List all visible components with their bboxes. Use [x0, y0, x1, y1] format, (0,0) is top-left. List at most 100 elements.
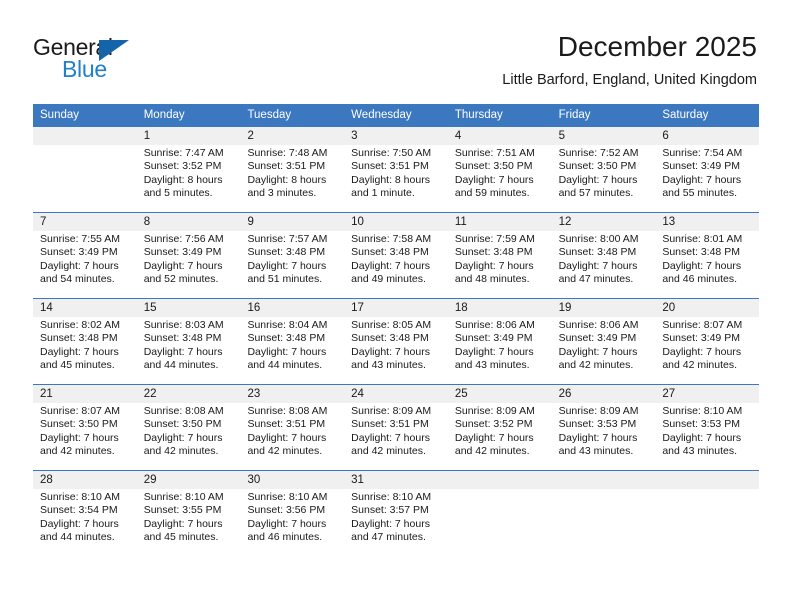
weekday-header-friday: Friday [558, 109, 591, 121]
sunrise-text: Sunrise: 8:02 AM [40, 319, 120, 331]
day-cell-4[interactable]: 4 Sunrise: 7:51 AM Sunset: 3:50 PM Daylight… [447, 127, 552, 212]
day-cell-5[interactable]: 5 Sunrise: 7:52 AM Sunset: 3:50 PM Daylight… [551, 127, 656, 212]
daylight-text-line2: and 42 minutes. [454, 445, 530, 458]
day-cell-22[interactable]: 22 Sunrise: 8:08 AM Sunset: 3:50 PM Dayligh… [136, 385, 241, 470]
generalblue-logo[interactable]: General Blue [33, 34, 213, 86]
daylight-text-line2: and 3 minutes. [247, 187, 317, 200]
day-number: 21 [33, 385, 137, 403]
weekday-header-thursday: Thursday [454, 109, 503, 121]
day-cell-8[interactable]: 8 Sunrise: 7:56 AM Sunset: 3:49 PM Daylight… [136, 213, 241, 298]
daylight-text-line1: Daylight: 7 hours [40, 431, 119, 444]
day-cell-13[interactable]: 13 Sunrise: 8:01 AM Sunset: 3:48 PM Dayligh… [655, 213, 760, 298]
day-cell-11[interactable]: 11 Sunrise: 7:59 AM Sunset: 3:48 PM Dayligh… [447, 213, 552, 298]
daylight-text-line2: and 43 minutes. [558, 445, 634, 458]
day-details: Sunrise: 8:06 AM Sunset: 3:49 PM Daylight:… [448, 317, 552, 384]
day-cell-18[interactable]: 18 Sunrise: 8:06 AM Sunset: 3:49 PM Dayligh… [447, 299, 552, 384]
day-cell-26[interactable]: 26 Sunrise: 8:09 AM Sunset: 3:53 PM Dayligh… [551, 385, 656, 470]
day-cell-1[interactable]: 1 Sunrise: 7:47 AM Sunset: 3:52 PM Daylight… [136, 127, 241, 212]
day-cell-7[interactable]: 7 Sunrise: 7:55 AM Sunset: 3:49 PM Daylight… [33, 213, 137, 298]
sunset-text: Sunset: 3:48 PM [351, 246, 429, 259]
day-cell-6[interactable]: 6 Sunrise: 7:54 AM Sunset: 3:49 PM Daylight… [655, 127, 760, 212]
daylight-text-line1: Daylight: 7 hours [351, 259, 430, 272]
day-details: Sunrise: 7:50 AM Sunset: 3:51 PM Daylight:… [344, 145, 448, 212]
day-number [655, 471, 760, 489]
day-details: Sunrise: 8:07 AM Sunset: 3:50 PM Daylight:… [33, 403, 137, 470]
day-cell-14[interactable]: 14 Sunrise: 8:02 AM Sunset: 3:48 PM Dayligh… [33, 299, 137, 384]
day-cell-17[interactable]: 17 Sunrise: 8:05 AM Sunset: 3:48 PM Dayligh… [344, 299, 448, 384]
day-details: Sunrise: 7:59 AM Sunset: 3:48 PM Daylight:… [448, 231, 552, 298]
daylight-text-line1: Daylight: 7 hours [143, 345, 223, 358]
sunset-text: Sunset: 3:52 PM [143, 160, 222, 173]
day-cell-23[interactable]: 23 Sunrise: 8:08 AM Sunset: 3:51 PM Dayligh… [240, 385, 345, 470]
day-cell-27[interactable]: 27 Sunrise: 8:10 AM Sunset: 3:53 PM Dayligh… [655, 385, 760, 470]
daylight-text-line2: and 44 minutes. [40, 531, 115, 544]
day-number: 5 [551, 127, 656, 145]
day-number: 17 [344, 299, 448, 317]
day-details [33, 145, 137, 212]
daylight-text-line2: and 46 minutes. [247, 531, 323, 544]
day-details: Sunrise: 8:09 AM Sunset: 3:52 PM Daylight:… [448, 403, 552, 470]
day-cell-21[interactable]: 21 Sunrise: 8:07 AM Sunset: 3:50 PM Dayligh… [33, 385, 137, 470]
sunrise-text: Sunrise: 8:06 AM [558, 319, 639, 331]
day-cell-28[interactable]: 28 Sunrise: 8:10 AM Sunset: 3:54 PM Dayligh… [33, 471, 137, 556]
day-details [448, 489, 552, 556]
day-cell-2[interactable]: 2 Sunrise: 7:48 AM Sunset: 3:51 PM Daylight… [240, 127, 345, 212]
day-details: Sunrise: 7:54 AM Sunset: 3:49 PM Daylight:… [655, 145, 759, 212]
day-cell-10[interactable]: 10 Sunrise: 7:58 AM Sunset: 3:48 PM Dayligh… [344, 213, 448, 298]
day-cell-15[interactable]: 15 Sunrise: 8:03 AM Sunset: 3:48 PM Dayligh… [136, 299, 241, 384]
day-details: Sunrise: 8:00 AM Sunset: 3:48 PM Daylight:… [552, 231, 656, 298]
day-cell-19[interactable]: 19 Sunrise: 8:06 AM Sunset: 3:49 PM Dayligh… [551, 299, 656, 384]
day-cell-24[interactable]: 24 Sunrise: 8:09 AM Sunset: 3:51 PM Dayligh… [344, 385, 448, 470]
day-cell-30[interactable]: 30 Sunrise: 8:10 AM Sunset: 3:56 PM Dayligh… [240, 471, 345, 556]
day-cell-12[interactable]: 12 Sunrise: 8:00 AM Sunset: 3:48 PM Dayligh… [551, 213, 656, 298]
day-cell-29[interactable]: 29 Sunrise: 8:10 AM Sunset: 3:55 PM Dayligh… [136, 471, 241, 556]
day-cell-25[interactable]: 25 Sunrise: 8:09 AM Sunset: 3:52 PM Dayligh… [447, 385, 552, 470]
daylight-text-line2: and 42 minutes. [247, 445, 323, 458]
sunset-text: Sunset: 3:48 PM [247, 332, 326, 345]
sunrise-text: Sunrise: 7:47 AM [143, 147, 224, 159]
sunset-text: Sunset: 3:48 PM [454, 246, 533, 259]
day-number: 13 [655, 213, 760, 231]
day-details: Sunrise: 7:47 AM Sunset: 3:52 PM Daylight:… [137, 145, 241, 212]
page-title: December 2025 [557, 31, 757, 62]
daylight-text-line2: and 48 minutes. [454, 273, 530, 286]
daylight-text-line1: Daylight: 7 hours [143, 431, 223, 444]
day-number [33, 127, 137, 145]
sunrise-text: Sunrise: 8:05 AM [351, 319, 432, 331]
daylight-text-line1: Daylight: 7 hours [40, 259, 119, 272]
day-details: Sunrise: 8:10 AM Sunset: 3:55 PM Daylight:… [137, 489, 241, 556]
sunrise-text: Sunrise: 7:55 AM [40, 233, 120, 245]
week-days: 7 Sunrise: 7:55 AM Sunset: 3:49 PM Daylight… [33, 213, 760, 298]
day-number: 20 [655, 299, 760, 317]
day-cell-31[interactable]: 31 Sunrise: 8:10 AM Sunset: 3:57 PM Dayligh… [344, 471, 448, 556]
day-cell-9[interactable]: 9 Sunrise: 7:57 AM Sunset: 3:48 PM Daylight… [240, 213, 345, 298]
daylight-text-line2: and 47 minutes. [351, 531, 426, 544]
day-cell-20[interactable]: 20 Sunrise: 8:07 AM Sunset: 3:49 PM Dayligh… [655, 299, 760, 384]
sunset-text: Sunset: 3:48 PM [662, 246, 740, 259]
weekday-header-row: Sunday Monday Tuesday Wednesday Thursday Frid… [33, 104, 759, 127]
daylight-text-line2: and 46 minutes. [662, 273, 738, 286]
sunset-text: Sunset: 3:50 PM [40, 418, 118, 431]
day-number [551, 471, 656, 489]
daylight-text-line2: and 54 minutes. [40, 273, 115, 286]
sunrise-text: Sunrise: 8:04 AM [247, 319, 328, 331]
day-details: Sunrise: 8:10 AM Sunset: 3:56 PM Daylight:… [240, 489, 344, 556]
day-number: 19 [551, 299, 656, 317]
daylight-text-line1: Daylight: 7 hours [454, 345, 534, 358]
sunset-text: Sunset: 3:51 PM [247, 418, 326, 431]
daylight-text-line2: and 49 minutes. [351, 273, 426, 286]
sunset-text: Sunset: 3:51 PM [351, 418, 429, 431]
day-number: 28 [33, 471, 137, 489]
day-cell-3[interactable]: 3 Sunrise: 7:50 AM Sunset: 3:51 PM Daylight… [344, 127, 448, 212]
daylight-text-line1: Daylight: 7 hours [558, 259, 638, 272]
day-number [447, 471, 552, 489]
day-number: 10 [344, 213, 448, 231]
sunset-text: Sunset: 3:50 PM [558, 160, 637, 173]
calendar-grid: Sunday Monday Tuesday Wednesday Thursday Frid… [33, 104, 760, 556]
day-details: Sunrise: 8:03 AM Sunset: 3:48 PM Daylight:… [137, 317, 241, 384]
weekday-header-sunday: Sunday [40, 109, 80, 121]
sunrise-text: Sunrise: 8:08 AM [143, 405, 224, 417]
day-cell-16[interactable]: 16 Sunrise: 8:04 AM Sunset: 3:48 PM Dayligh… [240, 299, 345, 384]
sunset-text: Sunset: 3:49 PM [454, 332, 533, 345]
logo-word-blue: Blue [62, 56, 107, 82]
